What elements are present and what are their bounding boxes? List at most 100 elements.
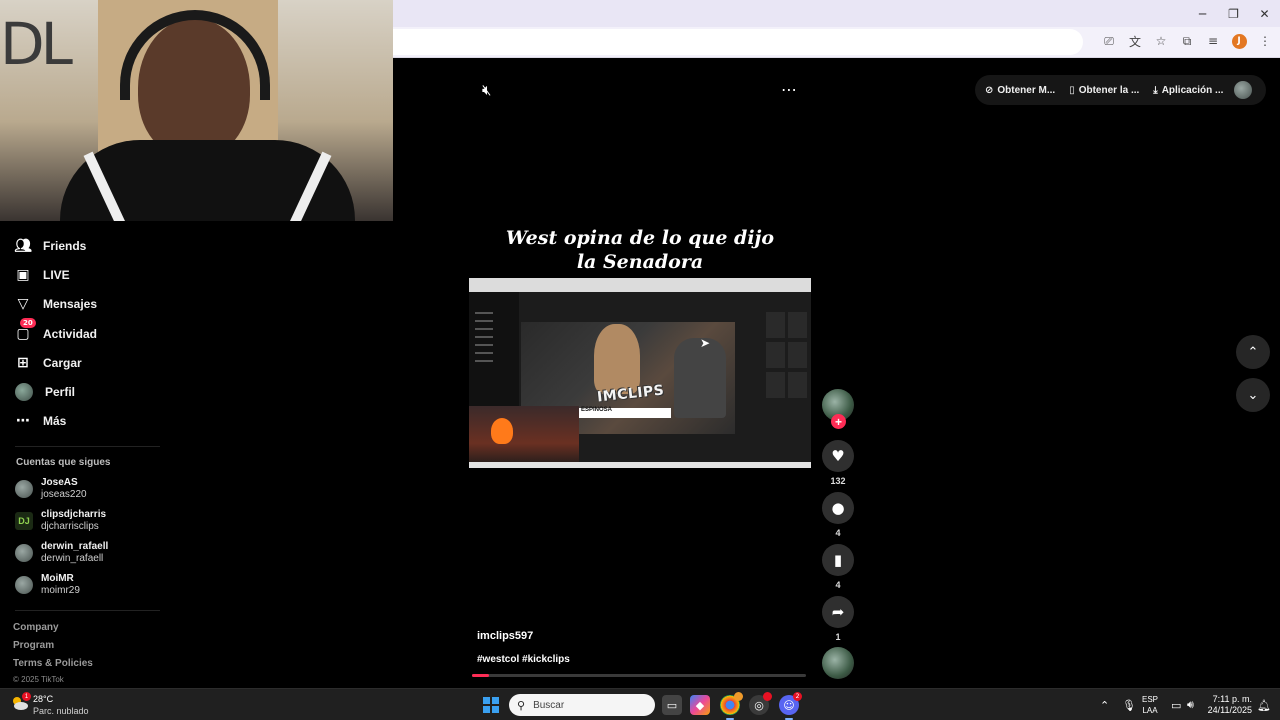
chevron-down-icon: ⌄ [1247, 387, 1259, 403]
bookmark-star-icon[interactable]: ☆ [1152, 32, 1170, 50]
activity-icon: ▢ 20 [15, 318, 36, 342]
sidebar-item-upload[interactable]: ⊞ Cargar [15, 352, 82, 374]
heart-icon: ♥ [831, 447, 845, 465]
save-count: 4 [835, 580, 841, 590]
system-clock[interactable]: 7:11 p. m. 24/11/2025 [1205, 694, 1252, 716]
get-app-button[interactable]: ▯ Obtener la ... [1069, 85, 1139, 96]
reading-list-icon[interactable]: ≡ [1204, 32, 1222, 50]
footer-link-terms[interactable]: Terms & Policies [13, 658, 93, 669]
video-author[interactable]: imclips597 [477, 630, 533, 642]
install-app-icon[interactable]: ⎚ [1100, 32, 1118, 50]
sidebar-divider [15, 610, 160, 611]
following-account[interactable]: DJ clipsdjcharris djcharrisclips [15, 509, 106, 533]
taskbar-search[interactable]: ⚲ Buscar [509, 694, 655, 716]
account-name: MoiMR [41, 573, 74, 584]
weather-badge: 1 [22, 692, 31, 701]
window-controls: ─ ❐ ✕ [1187, 0, 1280, 27]
bookmark-icon: ▮ [833, 551, 843, 569]
following-account[interactable]: MoiMR moimr29 [15, 573, 80, 597]
next-video-button[interactable]: ⌄ [1236, 378, 1270, 412]
weather-description: Parc. nublado [33, 706, 89, 716]
comment-button[interactable]: ● [822, 492, 854, 524]
sidebar-item-more[interactable]: ⋯ Más [15, 410, 66, 432]
tray-overflow-icon[interactable]: ⌃ [1100, 689, 1109, 720]
account-name: JoseAS [41, 477, 78, 488]
obs-icon[interactable]: ◎ [749, 692, 772, 715]
video-embedded-browserbar [469, 278, 811, 292]
messages-icon: ▽ [17, 296, 29, 312]
profile-button[interactable]: J [1230, 32, 1248, 50]
start-button[interactable] [483, 697, 499, 713]
video-progress-bar[interactable] [472, 674, 806, 677]
network-icon[interactable]: ▭ [1171, 689, 1181, 720]
chrome-icon[interactable] [720, 692, 743, 720]
sidebar-item-label: Cargar [43, 356, 82, 370]
sidebar-divider [15, 446, 160, 447]
live-icon: ▣ [16, 267, 30, 283]
task-view-icon[interactable]: ▭ [662, 695, 682, 715]
sidebar-item-messages[interactable]: ▽ Mensajes [15, 293, 97, 315]
phone-icon: ▯ [1069, 84, 1075, 96]
account-avatar [15, 480, 33, 498]
footer-link-program[interactable]: Program [13, 640, 54, 651]
account-handle: moimr29 [41, 585, 80, 596]
cursor-icon: ➤ [700, 336, 711, 350]
sidebar-item-activity[interactable]: ▢ 20 Actividad [15, 318, 97, 345]
music-disc[interactable] [822, 647, 854, 679]
video-embedded-sidebar [469, 292, 519, 408]
share-button[interactable]: ➦ [822, 596, 854, 628]
video-hashtags[interactable]: #westcol #kickclips [477, 654, 570, 665]
follow-plus-button[interactable]: + [831, 414, 846, 429]
account-handle: djcharrisclips [41, 521, 99, 532]
video-player[interactable]: ESPINOSA IMCLIPS ➤ [469, 278, 811, 468]
footer-link-company[interactable]: Company [13, 622, 59, 633]
get-coins-button[interactable]: ⊘ Obtener M... [985, 85, 1055, 96]
close-button[interactable]: ✕ [1249, 0, 1280, 27]
chevron-up-icon: ⌃ [1247, 344, 1259, 360]
kebab-menu-icon[interactable]: ⋮ [1256, 32, 1274, 50]
browser-tab-strip: ─ ❐ ✕ [393, 0, 1280, 27]
screen: ─ ❐ ✕ ⎚ 文 ☆ ⧉ ≡ J ⋮ DL 👥︎ Friends ▣ LIVE… [0, 0, 1280, 720]
sidebar-item-live[interactable]: ▣ LIVE [15, 264, 69, 286]
webcam-overlay: DL [0, 0, 393, 221]
following-account[interactable]: derwin_rafaell derwin_rafaell [15, 541, 108, 565]
desktop-app-button[interactable]: ⤓ Aplicación ... [1153, 85, 1223, 96]
activity-badge: 20 [20, 318, 36, 328]
keyboard-layout: LAA [1142, 706, 1158, 715]
share-icon: ➦ [831, 603, 845, 621]
video-embedded-line [475, 352, 493, 354]
obs-badge [763, 692, 772, 701]
comment-icon: ● [831, 499, 845, 517]
address-bar[interactable] [393, 29, 1083, 55]
chrome-badge [734, 692, 743, 701]
sidebar-item-friends[interactable]: 👥︎ Friends [14, 235, 87, 257]
microphone-icon[interactable]: 🎙︎ [1122, 689, 1136, 720]
previous-video-button[interactable]: ⌃ [1236, 335, 1270, 369]
translate-icon[interactable]: 文 [1126, 32, 1144, 50]
windows-logo-icon [483, 697, 490, 704]
copyright-text: © 2025 TikTok [13, 675, 64, 684]
language-indicator[interactable]: ESP LAA [1142, 694, 1158, 716]
profile-avatar [15, 383, 33, 401]
sidebar-item-profile[interactable]: Perfil [15, 381, 75, 403]
account-avatar [15, 544, 33, 562]
user-avatar[interactable] [1234, 81, 1252, 99]
copilot-icon[interactable]: ◆ [690, 695, 710, 715]
discord-badge: 2 [793, 692, 802, 701]
following-account[interactable]: JoseAS joseas220 [15, 477, 87, 501]
sidebar-item-label: Friends [43, 239, 87, 253]
restore-button[interactable]: ❐ [1218, 0, 1249, 27]
minimize-button[interactable]: ─ [1187, 0, 1218, 27]
extensions-icon[interactable]: ⧉ [1178, 32, 1196, 50]
like-button[interactable]: ♥ [822, 440, 854, 472]
share-count: 1 [835, 632, 841, 642]
sidebar-item-label: Más [43, 414, 67, 428]
notifications-icon[interactable]: 🔔︎ [1257, 689, 1271, 720]
download-icon: ⤓ [1153, 84, 1158, 96]
save-button[interactable]: ▮ [822, 544, 854, 576]
discord-icon[interactable]: ☺ 2 [779, 692, 802, 720]
video-speaker [594, 324, 640, 394]
mute-icon[interactable]: 🔇︎ [482, 81, 491, 99]
more-options-icon[interactable]: ⋯ [781, 80, 797, 99]
volume-icon[interactable]: 🔊︎ [1187, 689, 1194, 720]
